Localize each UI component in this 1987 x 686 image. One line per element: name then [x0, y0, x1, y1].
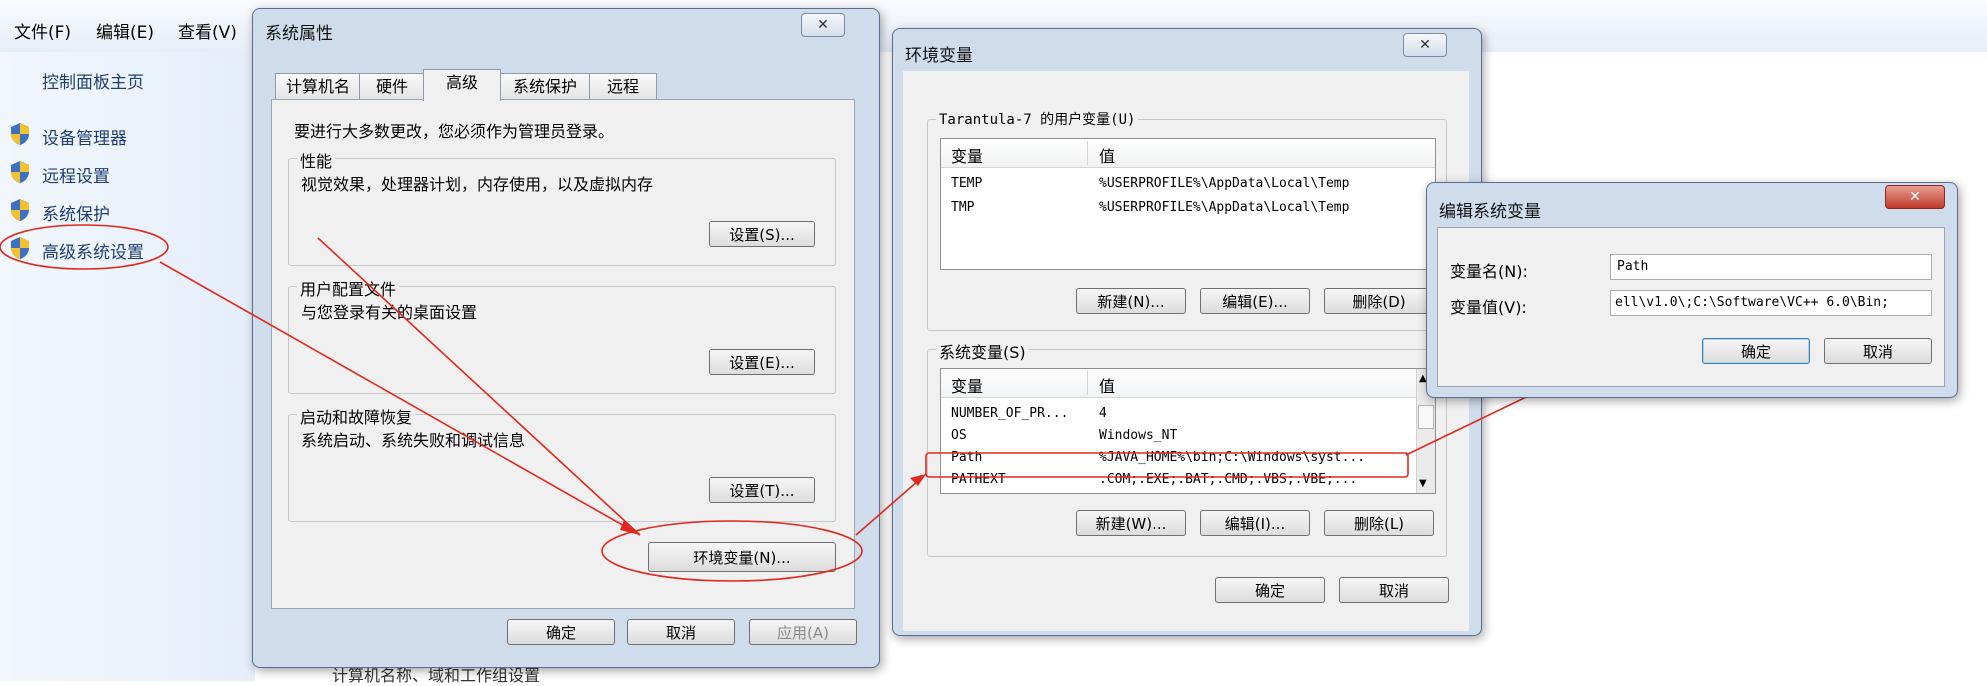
system-new-button[interactable]: 新建(W)... — [1076, 510, 1186, 536]
cancel-button[interactable]: 取消 — [627, 619, 735, 645]
user-variables-list: 变量 值 TEMP %USERPROFILE%\AppData\Local\Te… — [940, 138, 1436, 270]
system-variables-group: 系统变量(S) 变量 值 NUMBER_OF_PR... 4 OS Window… — [927, 339, 1447, 557]
variable-value: Windows_NT — [1099, 428, 1178, 443]
control-panel-sidebar: 控制面板主页 设备管理器 远程设置 系统保护 高级系统设置 — [0, 52, 255, 681]
table-row[interactable]: NUMBER_OF_PR... 4 — [941, 403, 1435, 425]
scroll-thumb[interactable] — [1418, 405, 1434, 429]
ok-button[interactable]: 确定 — [1702, 338, 1810, 364]
table-row[interactable]: OS Windows_NT — [941, 425, 1435, 447]
shield-icon — [11, 123, 29, 145]
tab-computer-name[interactable]: 计算机名 — [275, 73, 361, 100]
list-header: 变量 值 — [941, 139, 1435, 168]
column-value: 值 — [1099, 377, 1116, 396]
apply-button[interactable]: 应用(A) — [749, 619, 857, 645]
variable-name: NUMBER_OF_PR... — [951, 406, 1069, 421]
variable-name-label: 变量名(N): — [1450, 262, 1528, 281]
startup-recovery-desc: 系统启动、系统失败和调试信息 — [301, 431, 526, 450]
environment-variables-window: 环境变量 ✕ Tarantula-7 的用户变量(U) 变量 值 TEMP %U… — [892, 28, 1482, 636]
cancel-button[interactable]: 取消 — [1824, 338, 1932, 364]
environment-variables-button[interactable]: 环境变量(N)... — [648, 542, 836, 572]
system-properties-window: 系统属性 ✕ 计算机名 硬件 高级 系统保护 远程 要进行大多数更改，您必须作为… — [252, 8, 880, 668]
system-delete-button[interactable]: 删除(L) — [1324, 510, 1434, 536]
tab-remote[interactable]: 远程 — [589, 73, 657, 100]
edit-system-variable-dialog: 编辑系统变量 ✕ 变量名(N): Path 变量值(V): ell\v1.0\;… — [1426, 182, 1958, 398]
tab-advanced[interactable]: 高级 — [423, 69, 501, 101]
tab-hardware[interactable]: 硬件 — [359, 73, 425, 100]
variable-value: 4 — [1099, 406, 1107, 421]
sidebar-item-advanced-settings[interactable]: 高级系统设置 — [42, 238, 144, 263]
window-title: 系统属性 — [265, 24, 333, 44]
window-title: 编辑系统变量 — [1439, 202, 1541, 222]
column-variable: 变量 — [951, 147, 984, 166]
sidebar-item-device-manager[interactable]: 设备管理器 — [42, 124, 127, 149]
user-profiles-label: 用户配置文件 — [297, 276, 400, 300]
environment-variables-body: Tarantula-7 的用户变量(U) 变量 值 TEMP %USERPROF… — [903, 71, 1469, 631]
table-row[interactable]: PATHEXT .COM;.EXE;.BAT;.CMD;.VBS;.VBE;..… — [941, 469, 1435, 491]
cancel-button[interactable]: 取消 — [1339, 577, 1449, 603]
variable-name: TEMP — [951, 176, 983, 191]
close-icon[interactable]: ✕ — [1403, 33, 1447, 57]
startup-recovery-group: 启动和故障恢复 系统启动、系统失败和调试信息 设置(T)... — [288, 404, 836, 522]
menu-file[interactable]: 文件(F) — [14, 18, 71, 43]
tab-system-protection[interactable]: 系统保护 — [499, 73, 591, 100]
system-variables-label: 系统变量(S) — [936, 339, 1029, 363]
control-panel-home-link[interactable]: 控制面板主页 — [42, 68, 144, 93]
performance-group: 性能 视觉效果，处理器计划，内存使用，以及虚拟内存 设置(S)... — [288, 148, 836, 266]
sidebar-item-remote-settings[interactable]: 远程设置 — [42, 162, 110, 187]
close-icon[interactable]: ✕ — [1885, 185, 1945, 209]
close-icon[interactable]: ✕ — [801, 13, 845, 37]
performance-label: 性能 — [297, 148, 336, 172]
user-profiles-settings-button[interactable]: 设置(E)... — [709, 349, 815, 375]
table-row-path[interactable]: Path %JAVA_HOME%\bin;C:\Windows\syst... — [941, 447, 1435, 469]
menu-view[interactable]: 查看(V) — [178, 18, 237, 43]
variable-name: OS — [951, 428, 967, 443]
shield-icon — [11, 161, 29, 183]
admin-note: 要进行大多数更改，您必须作为管理员登录。 — [294, 122, 615, 141]
list-header: 变量 值 — [941, 369, 1417, 398]
table-row[interactable]: TEMP %USERPROFILE%\AppData\Local\Temp — [941, 173, 1435, 195]
variable-name: TMP — [951, 200, 975, 215]
user-new-button[interactable]: 新建(N)... — [1076, 288, 1186, 314]
ok-button[interactable]: 确定 — [1215, 577, 1325, 603]
user-variables-label: Tarantula-7 的用户变量(U) — [936, 109, 1139, 129]
startup-recovery-label: 启动和故障恢复 — [297, 404, 416, 428]
system-edit-button[interactable]: 编辑(I)... — [1200, 510, 1310, 536]
variable-value: %USERPROFILE%\AppData\Local\Temp — [1099, 200, 1350, 215]
user-profiles-desc: 与您登录有关的桌面设置 — [301, 303, 478, 322]
variable-value: .COM;.EXE;.BAT;.CMD;.VBS;.VBE;... — [1099, 472, 1358, 487]
menu-edit[interactable]: 编辑(E) — [96, 18, 154, 43]
column-variable: 变量 — [951, 377, 984, 396]
user-profiles-group: 用户配置文件 与您登录有关的桌面设置 设置(E)... — [288, 276, 836, 394]
performance-settings-button[interactable]: 设置(S)... — [709, 221, 815, 247]
shield-icon — [11, 199, 29, 221]
variable-name-field[interactable]: Path — [1610, 254, 1932, 280]
variable-value-label: 变量值(V): — [1450, 298, 1527, 317]
edit-variable-body: 变量名(N): Path 变量值(V): ell\v1.0\;C:\Softwa… — [1437, 227, 1945, 387]
table-row[interactable]: TMP %USERPROFILE%\AppData\Local\Temp — [941, 197, 1435, 219]
sidebar-item-system-protection[interactable]: 系统保护 — [42, 200, 110, 225]
window-title: 环境变量 — [905, 46, 973, 66]
column-value: 值 — [1099, 147, 1116, 166]
system-variables-list: 变量 值 NUMBER_OF_PR... 4 OS Windows_NT Pat… — [940, 368, 1436, 494]
variable-value: %JAVA_HOME%\bin;C:\Windows\syst... — [1099, 450, 1366, 465]
variable-name: Path — [951, 450, 983, 465]
user-variables-group: Tarantula-7 的用户变量(U) 变量 值 TEMP %USERPROF… — [927, 109, 1447, 331]
variable-value: %USERPROFILE%\AppData\Local\Temp — [1099, 176, 1350, 191]
ok-button[interactable]: 确定 — [507, 619, 615, 645]
performance-desc: 视觉效果，处理器计划，内存使用，以及虚拟内存 — [301, 175, 654, 194]
scroll-down-icon[interactable]: ▼ — [1419, 478, 1427, 489]
user-edit-button[interactable]: 编辑(E)... — [1200, 288, 1310, 314]
advanced-tab-panel: 要进行大多数更改，您必须作为管理员登录。 性能 视觉效果，处理器计划，内存使用，… — [271, 99, 855, 609]
shield-icon — [11, 237, 29, 259]
startup-recovery-settings-button[interactable]: 设置(T)... — [709, 477, 815, 503]
user-delete-button[interactable]: 删除(D) — [1324, 288, 1434, 314]
variable-value-field[interactable]: ell\v1.0\;C:\Software\VC++ 6.0\Bin; — [1610, 290, 1932, 316]
variable-name: PATHEXT — [951, 472, 1006, 487]
